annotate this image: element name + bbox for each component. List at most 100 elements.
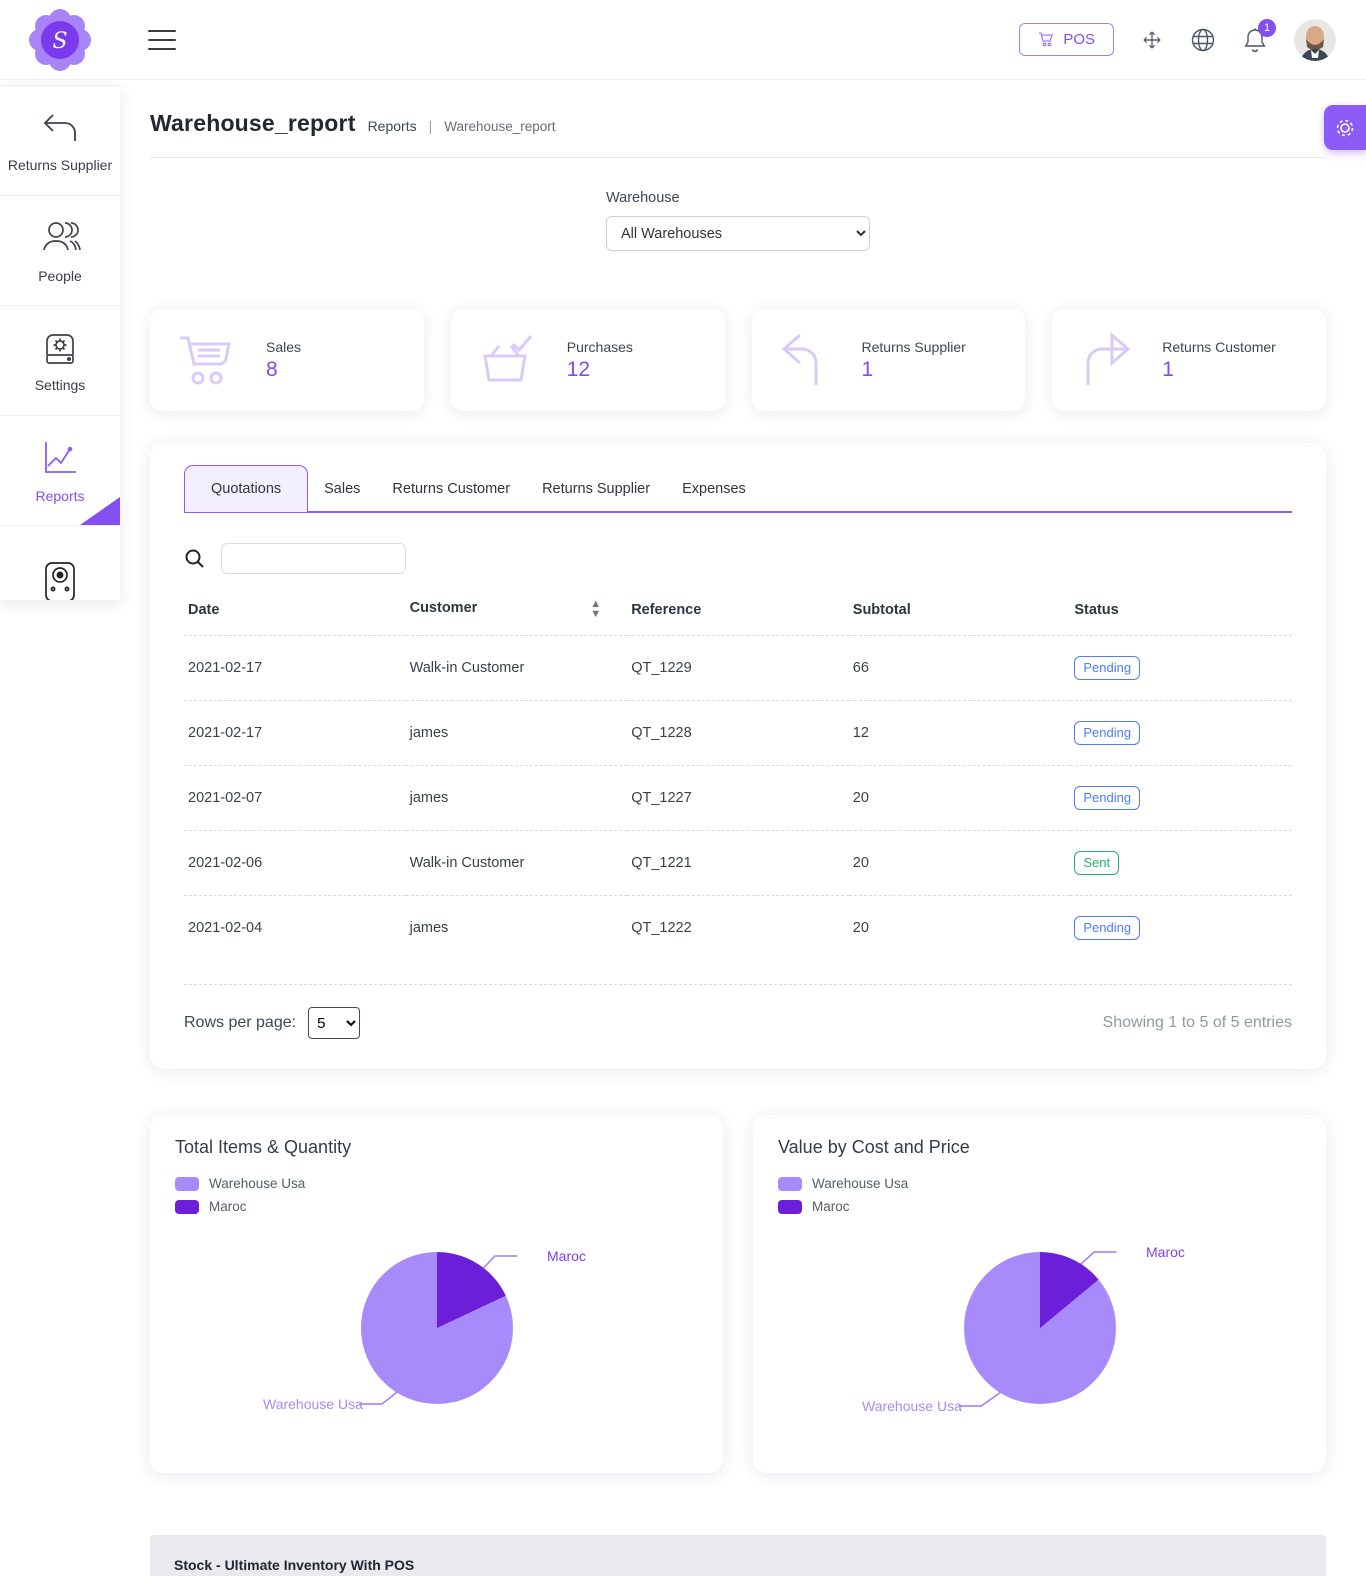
sidebar-item-reports[interactable]: Reports: [0, 416, 120, 526]
quotations-table: Date Customer ▲▼ Reference Subtotal Stat…: [184, 586, 1292, 960]
settings-drive-icon: [39, 329, 81, 367]
status-badge: Pending: [1074, 721, 1140, 745]
stat-card-returns-customer: Returns Customer 1: [1052, 309, 1326, 411]
stat-label: Sales: [266, 339, 301, 355]
legend-swatch-maroc: [778, 1200, 802, 1214]
warehouse-select[interactable]: All Warehouses: [606, 216, 870, 251]
cell-date: 2021-02-07: [184, 766, 406, 831]
move-arrows-icon: [1140, 28, 1164, 52]
rows-per-page-select[interactable]: 5: [308, 1007, 360, 1039]
app-header: S POS: [0, 0, 1366, 80]
sidebar-item-settings[interactable]: Settings: [0, 306, 120, 416]
pie-slice-label-maroc: Maroc: [1146, 1244, 1185, 1260]
fullscreen-button[interactable]: [1140, 28, 1164, 52]
pie-slice-label-maroc: Maroc: [547, 1248, 586, 1264]
pos-button-label: POS: [1063, 31, 1095, 48]
chart-legend: Warehouse Usa Maroc: [778, 1176, 1301, 1214]
chart-card-items-quantity: Total Items & Quantity Warehouse Usa Mar…: [150, 1115, 723, 1473]
stat-label: Returns Customer: [1162, 339, 1276, 355]
legend-item: Maroc: [175, 1199, 698, 1214]
basket-check-icon: [475, 330, 541, 390]
column-header-customer-label: Customer: [410, 600, 478, 616]
breadcrumb-separator: |: [429, 118, 433, 134]
table-row: 2021-02-07 james QT_1227 20 Pending: [184, 766, 1292, 831]
legend-label: Warehouse Usa: [209, 1176, 305, 1191]
notifications-button[interactable]: 1: [1242, 26, 1268, 54]
stat-label: Purchases: [567, 339, 633, 355]
legend-swatch-warehouse-usa: [175, 1177, 199, 1191]
column-header-subtotal[interactable]: Subtotal: [849, 586, 1071, 636]
cell-customer: james: [406, 701, 628, 766]
page-head: Warehouse_report Reports | Warehouse_rep…: [150, 110, 1326, 137]
page-title: Warehouse_report: [150, 110, 356, 137]
globe-icon: [1190, 27, 1216, 53]
table-search-input[interactable]: [221, 543, 406, 574]
sidebar: Returns Supplier People Settings Reports: [0, 85, 120, 600]
chart-legend: Warehouse Usa Maroc: [175, 1176, 698, 1214]
tab-returns-supplier[interactable]: Returns Supplier: [526, 467, 666, 511]
column-header-status[interactable]: Status: [1070, 586, 1292, 636]
status-badge: Pending: [1074, 656, 1140, 680]
stat-card-returns-supplier: Returns Supplier 1: [752, 309, 1026, 411]
stat-value: 8: [266, 358, 301, 382]
menu-toggle-icon[interactable]: [148, 23, 176, 57]
status-badge: Sent: [1074, 851, 1119, 875]
cell-date: 2021-02-17: [184, 701, 406, 766]
stat-card-sales: Sales 8: [150, 309, 424, 411]
column-header-date[interactable]: Date: [184, 586, 406, 636]
tab-sales[interactable]: Sales: [308, 467, 376, 511]
table-row: 2021-02-06 Walk-in Customer QT_1221 20 S…: [184, 831, 1292, 896]
cart-icon: [1038, 32, 1055, 47]
pie-chart-area: Maroc Warehouse Usa: [175, 1222, 698, 1447]
chart-title: Total Items & Quantity: [175, 1137, 698, 1158]
legend-item: Warehouse Usa: [778, 1176, 1301, 1191]
sidebar-item-people[interactable]: People: [0, 196, 120, 306]
cell-subtotal: 66: [849, 636, 1071, 701]
cell-reference: QT_1222: [627, 896, 849, 961]
pos-button[interactable]: POS: [1019, 23, 1114, 56]
sidebar-item-label: Reports: [35, 488, 84, 504]
pie-chart[interactable]: [361, 1252, 513, 1404]
cell-customer: Walk-in Customer: [406, 831, 628, 896]
stat-label: Returns Supplier: [862, 339, 966, 355]
active-corner-marker: [80, 497, 120, 525]
sidebar-item-returns-supplier[interactable]: Returns Supplier: [0, 86, 120, 196]
pie-chart[interactable]: [964, 1252, 1116, 1404]
cell-subtotal: 20: [849, 896, 1071, 961]
tab-expenses[interactable]: Expenses: [666, 467, 762, 511]
sidebar-item-partial[interactable]: [0, 526, 120, 600]
tab-returns-customer[interactable]: Returns Customer: [376, 467, 526, 511]
stat-value: 1: [862, 358, 966, 382]
column-header-customer[interactable]: Customer ▲▼: [406, 586, 628, 636]
tab-quotations[interactable]: Quotations: [184, 465, 308, 512]
warehouse-filter-label: Warehouse: [606, 190, 870, 206]
speaker-box-icon: [40, 559, 80, 601]
stat-value: 1: [1162, 358, 1276, 382]
user-avatar[interactable]: [1294, 19, 1336, 61]
legend-label: Maroc: [812, 1199, 850, 1214]
shopping-cart-icon: [174, 330, 240, 390]
status-badge: Pending: [1074, 916, 1140, 940]
table-row: 2021-02-04 james QT_1222 20 Pending: [184, 896, 1292, 961]
table-row: 2021-02-17 Walk-in Customer QT_1229 66 P…: [184, 636, 1292, 701]
chart-title: Value by Cost and Price: [778, 1137, 1301, 1158]
breadcrumb-section[interactable]: Reports: [368, 118, 417, 134]
main-content: Warehouse_report Reports | Warehouse_rep…: [150, 110, 1326, 1576]
search-icon: [184, 548, 206, 570]
language-button[interactable]: [1190, 27, 1216, 53]
sort-icon[interactable]: ▲▼: [590, 600, 601, 619]
gear-icon: [1334, 117, 1356, 139]
cell-subtotal: 12: [849, 701, 1071, 766]
title-divider: [150, 157, 1326, 158]
cell-reference: QT_1227: [627, 766, 849, 831]
cell-customer: james: [406, 896, 628, 961]
people-icon: [38, 218, 82, 258]
report-table-card: Quotations Sales Returns Customer Return…: [150, 443, 1326, 1069]
table-row: 2021-02-17 james QT_1228 12 Pending: [184, 701, 1292, 766]
theme-settings-button[interactable]: [1324, 105, 1366, 150]
charts-row: Total Items & Quantity Warehouse Usa Mar…: [150, 1115, 1326, 1473]
table-search-row: [184, 543, 1292, 574]
cell-reference: QT_1221: [627, 831, 849, 896]
stocky-logo[interactable]: S: [28, 8, 92, 72]
column-header-reference[interactable]: Reference: [627, 586, 849, 636]
